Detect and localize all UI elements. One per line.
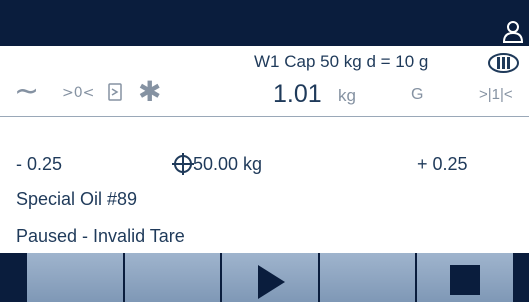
scale-number: >|1|< (479, 86, 513, 103)
stop-button[interactable] (417, 253, 515, 302)
header-divider (0, 116, 529, 117)
stop-icon (450, 265, 481, 295)
tolerance-minus: - 0.25 (16, 154, 63, 174)
weight-unit: kg (338, 86, 356, 105)
center-of-zero-icon: >0< (62, 85, 95, 101)
gross-indicator: G (411, 86, 424, 103)
range-icon (108, 83, 122, 101)
capacity-info: W1 Cap 50 kg d = 10 g (254, 52, 429, 71)
user-icon[interactable] (499, 18, 527, 46)
target-icon (172, 153, 194, 175)
softkey-bar (0, 253, 529, 302)
material-name: Special Oil #89 (16, 189, 138, 209)
motion-icon: ~ (14, 74, 40, 109)
weight-status-row: ~ >0< ✱ 1.01 kg G >|1|< (0, 74, 529, 114)
status-message: Paused - Invalid Tare (16, 226, 185, 246)
weight-value: 1.01 (273, 80, 322, 108)
softkey-1[interactable] (27, 253, 125, 302)
softkey-4[interactable] (319, 253, 418, 302)
asterisk-icon: ✱ (138, 75, 162, 108)
tolerance-plus: + 0.25 (417, 154, 468, 174)
play-icon (257, 265, 285, 299)
accuracy-class-iii-icon (488, 53, 519, 73)
softkey-bar-edge-left (0, 253, 27, 302)
softkey-bar-edge-right (514, 253, 529, 302)
softkey-2[interactable] (124, 253, 223, 302)
start-button[interactable] (222, 253, 320, 302)
target-value: 50.00 kg (193, 154, 263, 174)
top-status-bar (0, 0, 529, 46)
